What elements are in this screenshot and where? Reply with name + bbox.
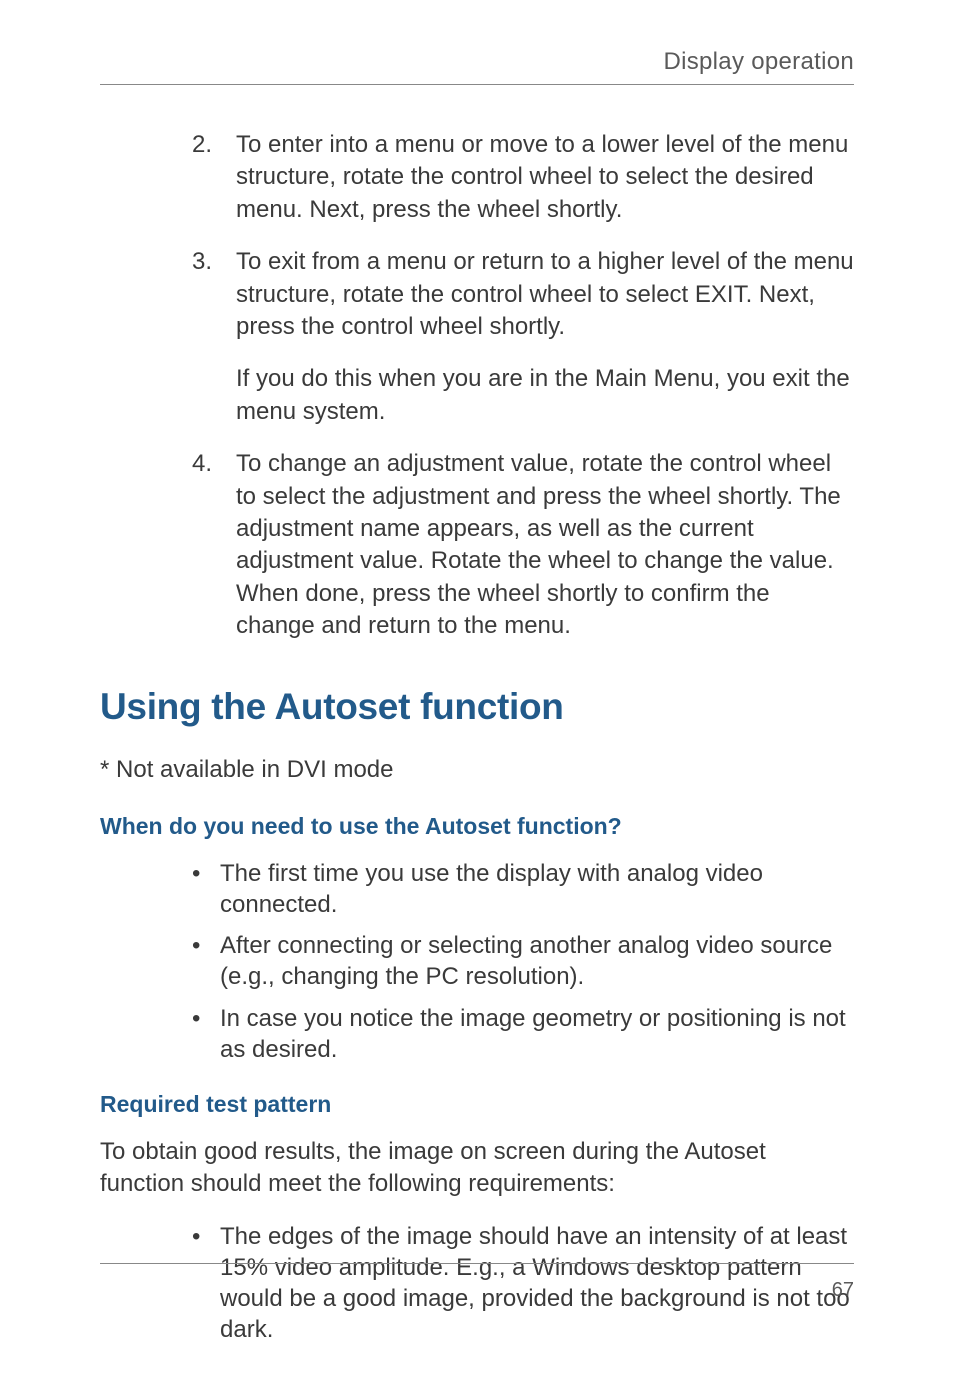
list-text: To exit from a menu or return to a highe… xyxy=(236,246,854,428)
bullet-icon: • xyxy=(192,1003,220,1065)
subheading: When do you need to use the Autoset func… xyxy=(100,813,854,840)
bullet-icon: • xyxy=(192,930,220,992)
list-number: 2. xyxy=(192,129,236,226)
ordered-list-item: 4. To change an adjustment value, rotate… xyxy=(100,448,854,642)
bullet-list-item: • In case you notice the image geometry … xyxy=(100,1003,854,1065)
bullet-text: The edges of the image should have an in… xyxy=(220,1221,854,1346)
ordered-list-item: 2. To enter into a menu or move to a low… xyxy=(100,129,854,226)
subheading: Required test pattern xyxy=(100,1091,854,1118)
bullet-list-item: • After connecting or selecting another … xyxy=(100,930,854,992)
list-text-main: To exit from a menu or return to a highe… xyxy=(236,248,854,340)
list-text: To enter into a menu or move to a lower … xyxy=(236,129,854,226)
page-number: 67 xyxy=(832,1279,854,1302)
bullet-list-item: • The edges of the image should have an … xyxy=(100,1221,854,1346)
section-title: Using the Autoset function xyxy=(100,686,854,728)
footer-rule xyxy=(100,1263,854,1264)
bullet-icon: • xyxy=(192,858,220,920)
running-head: Display operation xyxy=(100,48,854,85)
list-number: 3. xyxy=(192,246,236,428)
bullet-text: The first time you use the display with … xyxy=(220,858,854,920)
list-text: To change an adjustment value, rotate th… xyxy=(236,448,854,642)
ordered-list-item: 3. To exit from a menu or return to a hi… xyxy=(100,246,854,428)
list-number: 4. xyxy=(192,448,236,642)
bullet-list-item: • The first time you use the display wit… xyxy=(100,858,854,920)
body-paragraph: To obtain good results, the image on scr… xyxy=(100,1136,854,1201)
asterisk-note: * Not available in DVI mode xyxy=(100,754,854,786)
bullet-text: In case you notice the image geometry or… xyxy=(220,1003,854,1065)
list-sub-text: If you do this when you are in the Main … xyxy=(236,363,854,428)
bullet-icon: • xyxy=(192,1221,220,1346)
bullet-text: After connecting or selecting another an… xyxy=(220,930,854,992)
